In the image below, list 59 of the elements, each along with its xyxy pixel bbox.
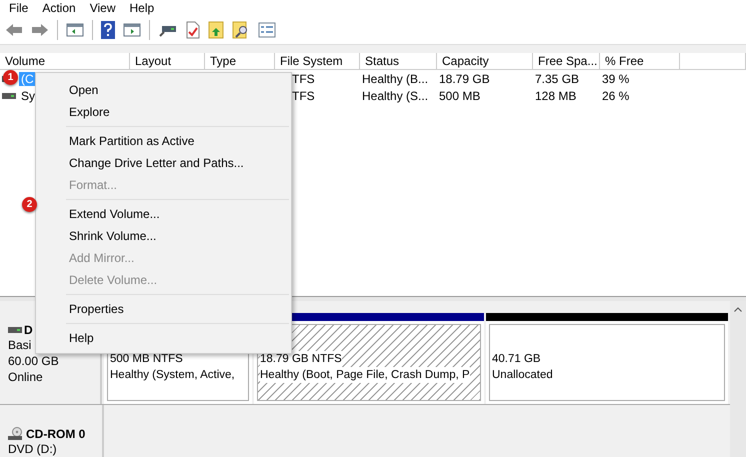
column-header[interactable]: % Free (605, 54, 644, 68)
disk-info: DVD (D:) (8, 441, 57, 457)
table-cell: Healthy (S... (362, 88, 428, 102)
list-icon[interactable] (258, 22, 276, 38)
column-header[interactable]: File System (280, 54, 343, 68)
menu-item[interactable]: Properties (69, 302, 124, 316)
partition-status: Healthy (Boot, Page File, Crash Dump, P (260, 367, 470, 384)
column-header[interactable]: Status (365, 54, 400, 68)
cd-drive-icon (8, 427, 24, 441)
step-badge: 1 (3, 70, 18, 85)
drive-icon (2, 92, 16, 100)
forward-arrow-icon[interactable] (31, 23, 49, 37)
menu-item[interactable]: Explore (69, 105, 110, 119)
help-icon[interactable] (101, 21, 115, 39)
table-cell: 500 MB (439, 88, 480, 102)
table-cell: 7.35 GB (535, 72, 580, 86)
folder-up-icon[interactable] (208, 21, 224, 39)
menu-item[interactable]: Mark Partition as Active (69, 134, 194, 148)
column-header[interactable]: Layout (135, 54, 172, 68)
table-cell: 128 MB (535, 88, 576, 102)
document-check-icon[interactable] (186, 21, 200, 39)
step-badge: 2 (22, 197, 37, 212)
table-cell: 26 % (602, 88, 630, 102)
disk-name: D (24, 323, 33, 337)
back-arrow-icon[interactable] (5, 23, 23, 37)
column-header[interactable]: Capacity (442, 54, 489, 68)
drive-name[interactable]: Sy (19, 88, 38, 102)
menu-item[interactable]: Shrink Volume... (69, 229, 156, 243)
menu-item[interactable]: Action (35, 1, 83, 15)
partition-status: Healthy (System, Active, (110, 367, 235, 384)
column-header[interactable]: Free Spa... (538, 54, 598, 68)
table-cell: TFS (292, 72, 315, 86)
disk-connect-icon[interactable] (158, 23, 178, 37)
column-header[interactable]: Type (210, 54, 236, 68)
table-cell: 39 % (602, 72, 630, 86)
drive-icon (8, 326, 22, 334)
menu-item[interactable]: Change Drive Letter and Paths... (69, 156, 244, 170)
disk-info: Online (8, 369, 43, 385)
panel-icon[interactable] (66, 22, 84, 38)
menu-item[interactable]: View (82, 1, 122, 15)
column-header[interactable]: Volume (5, 54, 46, 68)
menu-item[interactable]: Help (69, 331, 94, 345)
table-cell: 18.79 GB (439, 72, 490, 86)
panel-icon[interactable] (123, 22, 141, 38)
partition-block[interactable]: 40.71 GB Unallocated (486, 313, 728, 404)
menu-item[interactable]: Help (122, 1, 162, 15)
table-cell: TFS (292, 88, 315, 102)
partition-size: 18.79 GB NTFS (260, 351, 342, 368)
scrollbar[interactable] (730, 301, 746, 457)
disk-name: CD-ROM 0 (26, 427, 86, 441)
table-cell: Healthy (B... (362, 72, 428, 86)
disk-info: 60.00 GB (8, 353, 59, 369)
menu-item[interactable]: File (2, 1, 36, 15)
menu-item[interactable]: Open (69, 83, 98, 97)
partition-block[interactable]: 18.79 GB NTFS Healthy (Boot, Page File, Crash Dump, P (254, 313, 484, 404)
menu-item[interactable]: Extend Volume... (69, 207, 160, 221)
scroll-up-icon[interactable] (734, 307, 742, 312)
folder-search-icon[interactable] (232, 21, 250, 39)
disk-info: Basi (8, 337, 32, 353)
